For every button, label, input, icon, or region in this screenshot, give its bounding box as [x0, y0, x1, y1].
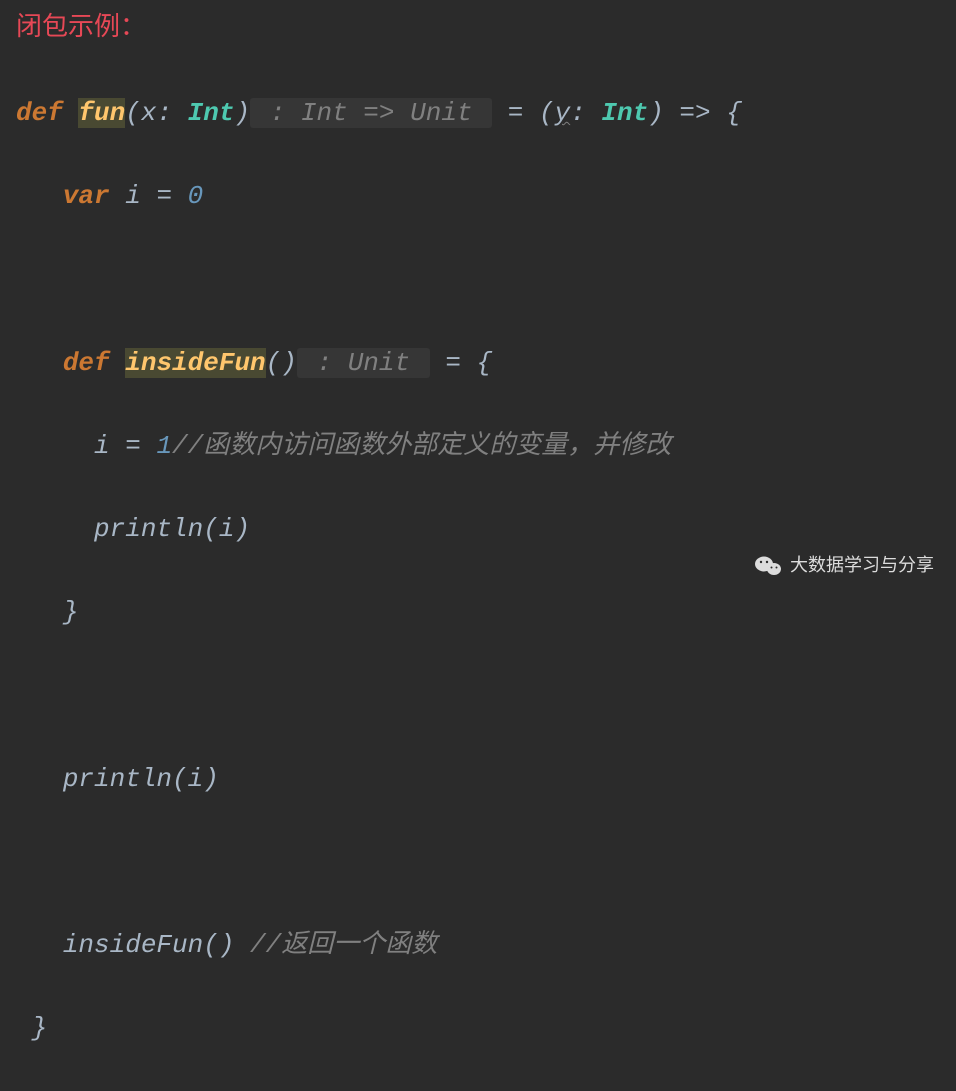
code-line-blank1 [16, 260, 940, 302]
watermark: 大数据学习与分享 [754, 551, 934, 580]
code-line-8: insideFun() //返回一个函数 [16, 925, 940, 967]
comment-return: //返回一个函数 [234, 930, 437, 960]
code-line-2: var i = 0 [16, 176, 940, 218]
eq-sign: = [141, 181, 188, 211]
code-line-1: def fun(x: Int) : Int => Unit = (y: Int)… [16, 93, 940, 135]
param-x: x [141, 98, 157, 128]
var-i: i [125, 181, 141, 211]
call-insidefun: insideFun() [63, 930, 235, 960]
code-line-blank2 [16, 676, 940, 718]
watermark-text: 大数据学习与分享 [790, 551, 934, 580]
close-brace1: } [63, 597, 79, 627]
keyword-def: def [16, 98, 63, 128]
type-int: Int [188, 98, 235, 128]
assign-i: i = [94, 431, 156, 461]
call-println2: println [63, 764, 172, 794]
code-line-7: println(i) [16, 759, 940, 801]
code-line-9: } [16, 1008, 940, 1050]
code-title: 闭包示例： [0, 0, 956, 52]
code-line-blank3 [16, 842, 940, 884]
type-int2: Int [601, 98, 648, 128]
close-brace2: } [32, 1013, 48, 1043]
function-name-insidefun: insideFun [125, 348, 265, 378]
number-one: 1 [156, 431, 172, 461]
number-zero: 0 [188, 181, 204, 211]
code-line-6: } [16, 592, 940, 634]
code-line-5: println(i) [16, 509, 940, 551]
param-y: y [555, 98, 571, 128]
call-println1: println [94, 514, 203, 544]
eq-brace: = { [430, 348, 492, 378]
code-line-3: def insideFun() : Unit = { [16, 343, 940, 385]
comment-inner: //函数内访问函数外部定义的变量，并修改 [172, 431, 671, 461]
arg-i1: (i) [203, 514, 250, 544]
type-hint-unit: : Unit [297, 348, 430, 378]
wechat-icon [754, 554, 782, 578]
code-line-4: i = 1//函数内访问函数外部定义的变量，并修改 [16, 426, 940, 468]
colon2: : [570, 98, 601, 128]
function-name-fun: fun [78, 98, 125, 128]
keyword-var: var [63, 181, 110, 211]
arrow-brace: ) => { [648, 98, 742, 128]
type-hint-return: : Int => Unit [250, 98, 492, 128]
open-paren: ( [125, 98, 141, 128]
colon: : [156, 98, 187, 128]
equals-open: = ( [492, 98, 554, 128]
keyword-def2: def [63, 348, 110, 378]
parens-empty: () [266, 348, 297, 378]
arg-i2: (i) [172, 764, 219, 794]
close-paren: ) [234, 98, 250, 128]
